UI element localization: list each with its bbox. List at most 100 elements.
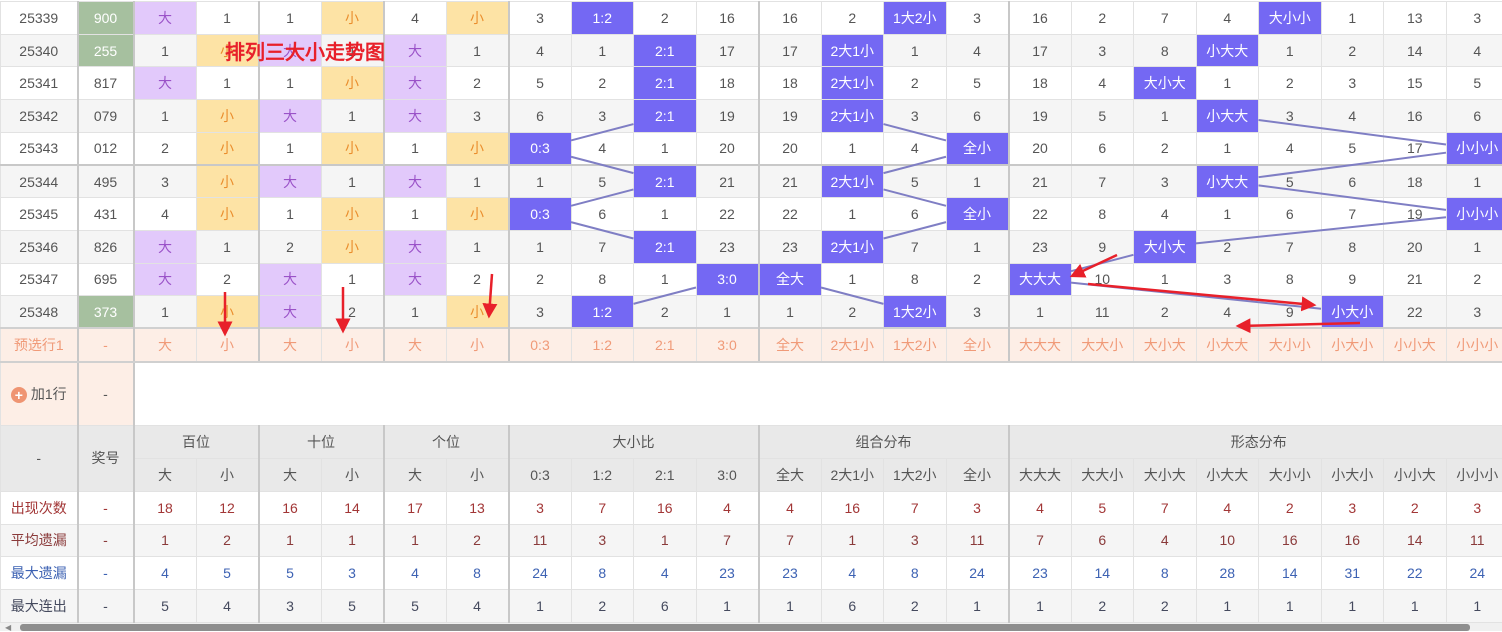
add-row-number: - — [78, 362, 134, 425]
hit-cell: 小 — [321, 198, 384, 231]
preselect-option[interactable]: 大大大 — [1009, 328, 1072, 362]
stats-value: 14 — [1071, 557, 1134, 590]
add-row-button[interactable]: +加1行 — [1, 362, 78, 425]
issue-number: 25345 — [1, 198, 78, 231]
stats-value: 2 — [1384, 491, 1447, 524]
preselect-option[interactable]: 全小 — [946, 328, 1009, 362]
preselect-option[interactable]: 大小大 — [1134, 328, 1197, 362]
table-row: 25347695大2大1大22813:0全大182大大大101389212 — [1, 263, 1502, 296]
scrollbar-thumb[interactable] — [20, 624, 1470, 631]
stats-value: 3 — [571, 524, 634, 557]
preselect-option[interactable]: 小 — [196, 328, 259, 362]
miss-count-cell: 1 — [321, 100, 384, 133]
miss-count-cell: 3 — [1259, 100, 1322, 133]
preselect-option[interactable]: 小 — [446, 328, 509, 362]
miss-count-cell: 18 — [1384, 165, 1447, 198]
hit-cell: 小 — [196, 165, 259, 198]
preselect-option[interactable]: 大 — [384, 328, 447, 362]
miss-count-cell: 8 — [1321, 230, 1384, 263]
preselect-label[interactable]: 预选行1 — [1, 328, 78, 362]
hit-cell: 大 — [384, 230, 447, 263]
draw-number: 255 — [78, 34, 134, 67]
horizontal-scrollbar[interactable]: ◀ — [0, 623, 1502, 631]
stats-value: 3 — [509, 491, 572, 524]
stats-value: 16 — [1321, 524, 1384, 557]
miss-count-cell: 6 — [1071, 132, 1134, 165]
miss-count-cell: 11 — [1071, 296, 1134, 329]
draw-number: 495 — [78, 165, 134, 198]
miss-count-cell: 5 — [884, 165, 947, 198]
preselect-option[interactable]: 小小大 — [1384, 328, 1447, 362]
miss-count-cell: 8 — [1134, 34, 1197, 67]
hit-cell: 2:1 — [634, 34, 697, 67]
miss-count-cell: 2 — [946, 263, 1009, 296]
preselect-option[interactable]: 全大 — [759, 328, 822, 362]
miss-count-cell: 17 — [696, 34, 759, 67]
preselect-option[interactable]: 3:0 — [696, 328, 759, 362]
draw-number: 012 — [78, 132, 134, 165]
miss-count-cell: 1 — [259, 198, 322, 231]
miss-count-cell: 1 — [759, 296, 822, 329]
miss-count-cell: 4 — [571, 132, 634, 165]
plus-circle-icon[interactable]: + — [11, 387, 27, 403]
hit-cell: 0:3 — [509, 198, 572, 231]
miss-count-cell: 22 — [1384, 296, 1447, 329]
stats-value: 12 — [196, 491, 259, 524]
miss-count-cell: 1 — [1134, 100, 1197, 133]
stats-value: 5 — [321, 589, 384, 622]
miss-count-cell: 1 — [821, 263, 884, 296]
miss-count-cell: 4 — [134, 198, 197, 231]
stats-value: 1 — [821, 524, 884, 557]
preselect-option[interactable]: 小小小 — [1446, 328, 1502, 362]
hit-cell: 2大1小 — [821, 67, 884, 100]
preselect-option[interactable]: 大小小 — [1259, 328, 1322, 362]
miss-count-cell: 6 — [1321, 165, 1384, 198]
table-row: 253420791小大1大3632:119192大1小361951小大大3416… — [1, 100, 1502, 133]
preselect-option[interactable]: 大 — [134, 328, 197, 362]
add-row-label[interactable]: 加1行 — [31, 386, 67, 402]
miss-count-cell: 1 — [696, 296, 759, 329]
miss-count-cell: 23 — [1009, 230, 1072, 263]
stats-value: 18 — [134, 491, 197, 524]
preselect-option[interactable]: 大 — [259, 328, 322, 362]
miss-count-cell: 1 — [634, 263, 697, 296]
preselect-option[interactable]: 2大1小 — [821, 328, 884, 362]
hit-cell: 2大1小 — [821, 230, 884, 263]
add-row: +加1行- — [1, 362, 1502, 425]
hit-cell: 小 — [196, 296, 259, 329]
stats-number: - — [78, 557, 134, 590]
miss-count-cell: 3 — [884, 100, 947, 133]
stats-value: 28 — [1196, 557, 1259, 590]
miss-count-cell: 2 — [1134, 132, 1197, 165]
preselect-option[interactable]: 1大2小 — [884, 328, 947, 362]
hit-cell: 2大1小 — [821, 165, 884, 198]
miss-count-cell: 10 — [1071, 263, 1134, 296]
miss-count-cell: 4 — [1446, 34, 1502, 67]
header-corner: - — [1, 425, 78, 491]
miss-count-cell: 1 — [1196, 67, 1259, 100]
stats-value: 1 — [696, 589, 759, 622]
stats-value: 7 — [884, 491, 947, 524]
miss-count-cell: 6 — [571, 198, 634, 231]
hit-cell: 大大大 — [1009, 263, 1072, 296]
preselect-option[interactable]: 大大小 — [1071, 328, 1134, 362]
preselect-option[interactable]: 小大小 — [1321, 328, 1384, 362]
stats-label: 出现次数 — [1, 491, 78, 524]
stats-value: 13 — [446, 491, 509, 524]
preselect-row[interactable]: 预选行1-大小大小大小0:31:22:13:0全大2大1小1大2小全小大大大大大… — [1, 328, 1502, 362]
preselect-option[interactable]: 小 — [321, 328, 384, 362]
miss-count-cell: 6 — [509, 100, 572, 133]
preselect-option[interactable]: 小大大 — [1196, 328, 1259, 362]
miss-count-cell: 4 — [946, 34, 1009, 67]
miss-count-cell: 22 — [759, 198, 822, 231]
hit-cell: 大 — [259, 100, 322, 133]
preselect-option[interactable]: 2:1 — [634, 328, 697, 362]
stats-value: 11 — [509, 524, 572, 557]
preselect-option[interactable]: 1:2 — [571, 328, 634, 362]
stats-number: - — [78, 524, 134, 557]
header-column: 小大小 — [1321, 458, 1384, 491]
issue-number: 25343 — [1, 132, 78, 165]
miss-count-cell: 2 — [1134, 296, 1197, 329]
preselect-option[interactable]: 0:3 — [509, 328, 572, 362]
miss-count-cell: 1 — [884, 34, 947, 67]
